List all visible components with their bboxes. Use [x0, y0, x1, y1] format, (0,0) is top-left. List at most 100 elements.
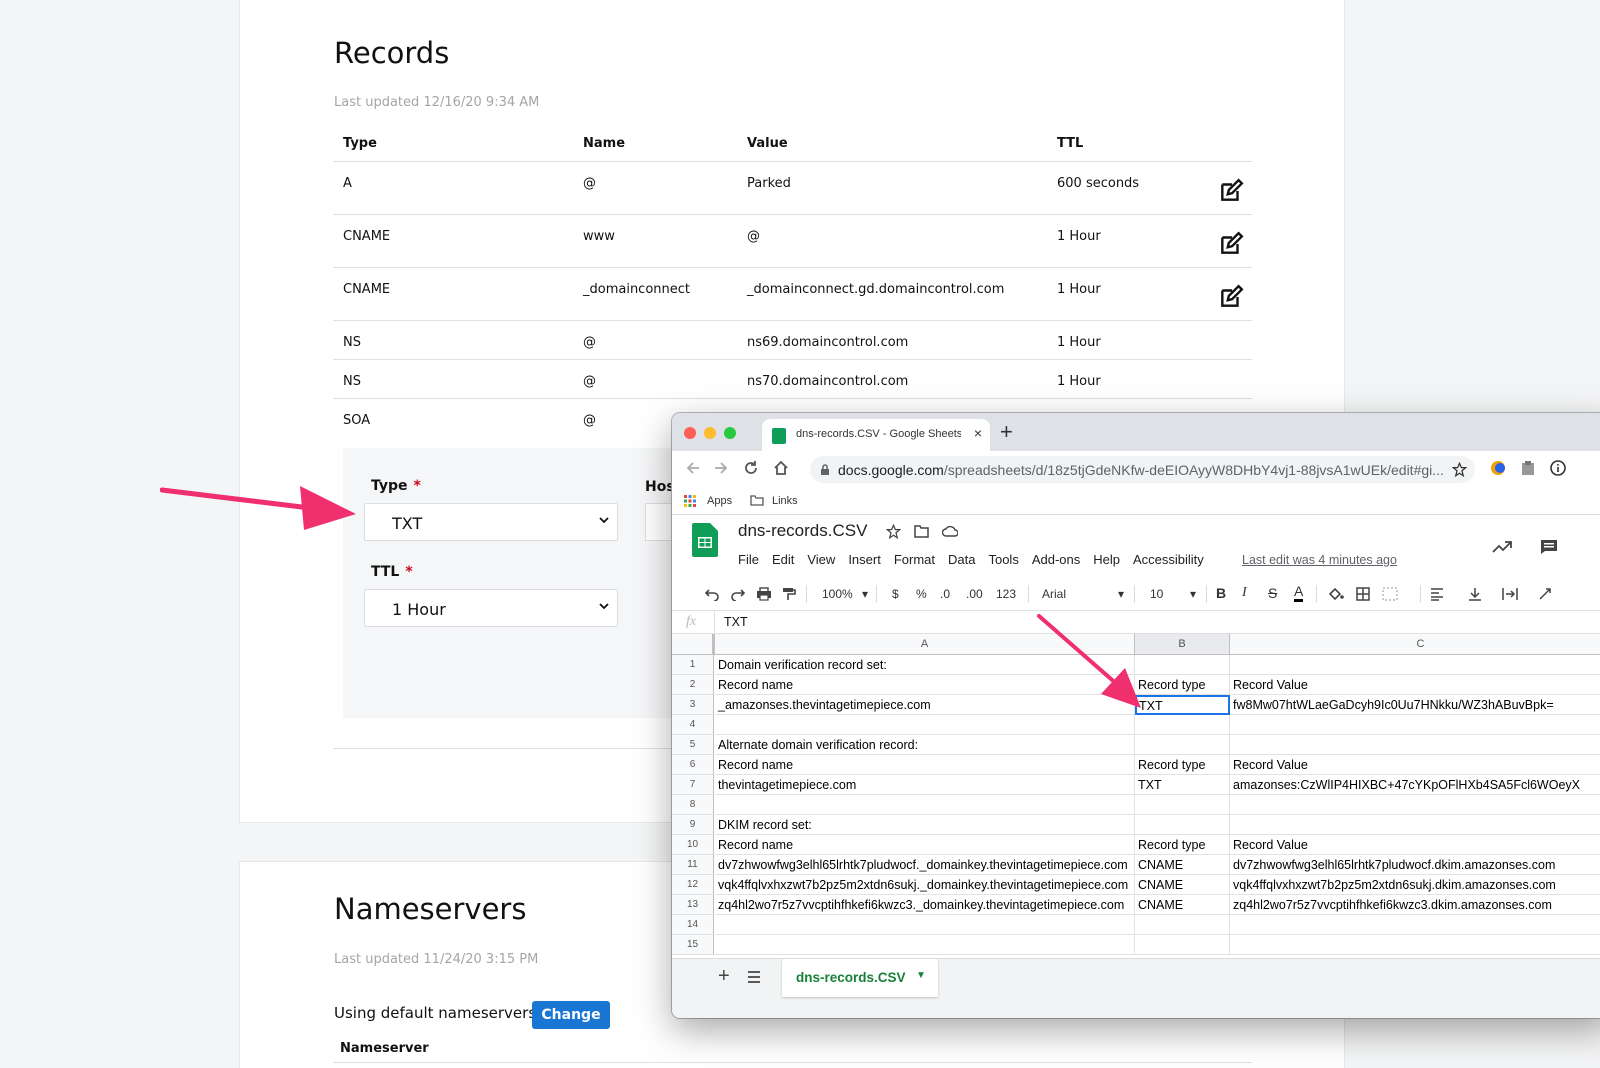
font-select[interactable]: Arial [1042, 587, 1066, 601]
home-icon[interactable] [772, 459, 790, 477]
grid-cell[interactable]: zq4hl2wo7r5z7vvcptihfhkefi6kwzc3._domain… [715, 895, 1135, 915]
menu-edit[interactable]: Edit [772, 552, 794, 567]
edit-icon[interactable] [1218, 284, 1244, 310]
star-icon[interactable] [886, 524, 901, 539]
grid-cell[interactable] [1230, 735, 1600, 755]
grid-cell[interactable]: Record type [1135, 755, 1230, 775]
grid-cell[interactable]: thevintagetimepiece.com [715, 775, 1135, 795]
row-header[interactable]: 14 [672, 915, 714, 935]
edit-icon[interactable] [1218, 178, 1244, 204]
grid-cell[interactable] [715, 935, 1135, 955]
merge-cells-icon[interactable] [1382, 587, 1398, 601]
grid-cell[interactable] [1230, 815, 1600, 835]
bookmark-star-icon[interactable] [1452, 462, 1467, 477]
menu-data[interactable]: Data [948, 552, 975, 567]
text-rotation-icon[interactable] [1538, 587, 1554, 601]
menu-help[interactable]: Help [1093, 552, 1120, 567]
decrease-decimal-button[interactable]: .0 [940, 587, 950, 601]
menu-file[interactable]: File [738, 552, 759, 567]
add-sheet-icon[interactable]: + [718, 965, 730, 988]
grid-cell[interactable] [715, 795, 1135, 815]
menu-format[interactable]: Format [894, 552, 935, 567]
redo-icon[interactable] [730, 587, 746, 601]
grid-cell[interactable]: Record Value [1230, 835, 1600, 855]
undo-icon[interactable] [704, 587, 720, 601]
grid-cell[interactable]: CNAME [1135, 855, 1230, 875]
maximize-window-icon[interactable] [724, 427, 736, 439]
back-icon[interactable] [684, 459, 702, 477]
row-header[interactable]: 11 [672, 855, 714, 875]
browser-tab[interactable]: dns-records.CSV - Google Sheets × [762, 419, 990, 451]
grid-cell[interactable]: Record type [1135, 835, 1230, 855]
row-header[interactable]: 12 [672, 875, 714, 895]
sheet-tab[interactable]: dns-records.CSV ▼ [782, 959, 938, 997]
currency-format-button[interactable]: $ [892, 587, 899, 601]
grid-cell[interactable]: fw8Mw07htWLaeGaDcyh9Ic0Uu7HNkku/WZ3hABuv… [1230, 695, 1600, 715]
bookmark-links[interactable]: Links [772, 495, 798, 507]
fill-color-icon[interactable] [1328, 587, 1344, 601]
ttl-select[interactable]: 1 Hour [364, 589, 618, 627]
grid-cell[interactable]: Alternate domain verification record: [715, 735, 1135, 755]
increase-decimal-button[interactable]: .00 [966, 587, 983, 601]
grid-cell[interactable] [1135, 815, 1230, 835]
grid-cell[interactable]: TXT [1135, 775, 1230, 795]
move-folder-icon[interactable] [914, 524, 929, 538]
grid-cell[interactable]: CNAME [1135, 875, 1230, 895]
select-all-corner[interactable] [672, 634, 715, 655]
grid-cell[interactable]: vqk4ffqlvxhxzwt7b2pz5m2xtdn6sukj._domain… [715, 875, 1135, 895]
grid-cell[interactable] [1135, 935, 1230, 955]
grid-cell[interactable] [1135, 915, 1230, 935]
grid-cell[interactable]: Record name [715, 835, 1135, 855]
grid-cell[interactable] [1230, 915, 1600, 935]
grid-cell[interactable] [1230, 795, 1600, 815]
formula-input[interactable]: TXT [724, 615, 748, 629]
font-size-select[interactable]: 10 [1150, 587, 1163, 601]
zoom-select[interactable]: 100% [822, 587, 853, 601]
grid-cell[interactable]: Record type [1135, 675, 1230, 695]
grid-cell[interactable]: amazonses:CzWlIP4HIXBC+47cYKpOFlHXb4SA5F… [1230, 775, 1600, 795]
grid-cell[interactable] [1230, 715, 1600, 735]
forward-icon[interactable] [712, 459, 730, 477]
document-title[interactable]: dns-records.CSV [738, 521, 867, 541]
grid-cell[interactable]: zq4hl2wo7r5z7vvcptihfhkefi6kwzc3.dkim.am… [1230, 895, 1600, 915]
row-header[interactable]: 2 [672, 675, 714, 695]
grid-cell[interactable]: Record Value [1230, 675, 1600, 695]
grid-cell[interactable]: dv7zhwowfwg3elhl65lrhtk7pludwocf._domain… [715, 855, 1135, 875]
sheets-logo-icon[interactable] [692, 523, 718, 557]
clipboard-icon[interactable] [1520, 460, 1536, 476]
bookmark-apps[interactable]: Apps [707, 495, 732, 507]
percent-format-button[interactable]: % [916, 587, 927, 601]
row-header[interactable]: 8 [672, 795, 714, 815]
extension-icon[interactable] [1490, 460, 1506, 476]
grid-cell[interactable] [1135, 715, 1230, 735]
menu-accessibility[interactable]: Accessibility [1133, 552, 1204, 567]
grid-cell[interactable]: dv7zhwowfwg3elhl65lrhtk7pludwocf.dkim.am… [1230, 855, 1600, 875]
active-cell[interactable]: TXT [1135, 695, 1230, 715]
borders-icon[interactable] [1356, 587, 1370, 601]
menu-view[interactable]: View [807, 552, 835, 567]
row-header[interactable]: 9 [672, 815, 714, 835]
grid-cell[interactable] [1230, 655, 1600, 675]
row-header[interactable]: 7 [672, 775, 714, 795]
menu-tools[interactable]: Tools [988, 552, 1018, 567]
grid-cell[interactable] [1230, 935, 1600, 955]
row-header[interactable]: 6 [672, 755, 714, 775]
row-header[interactable]: 10 [672, 835, 714, 855]
type-select[interactable]: TXT [364, 503, 618, 541]
grid-cell[interactable]: CNAME [1135, 895, 1230, 915]
address-bar[interactable]: docs.google.com/spreadsheets/d/18z5tjGde… [810, 456, 1475, 483]
tab-close-icon[interactable]: × [974, 425, 982, 441]
change-button[interactable]: Change [532, 1001, 610, 1029]
vertical-align-icon[interactable] [1468, 587, 1482, 601]
grid-cell[interactable]: Record Value [1230, 755, 1600, 775]
column-header-b[interactable]: B [1135, 634, 1230, 655]
row-header[interactable]: 4 [672, 715, 714, 735]
row-header[interactable]: 5 [672, 735, 714, 755]
row-header[interactable]: 1 [672, 655, 714, 675]
grid-cell[interactable] [715, 715, 1135, 735]
row-header[interactable]: 13 [672, 895, 714, 915]
menu-insert[interactable]: Insert [848, 552, 881, 567]
reload-icon[interactable] [742, 459, 760, 477]
grid-cell[interactable] [715, 915, 1135, 935]
text-color-button[interactable]: A [1294, 583, 1304, 602]
